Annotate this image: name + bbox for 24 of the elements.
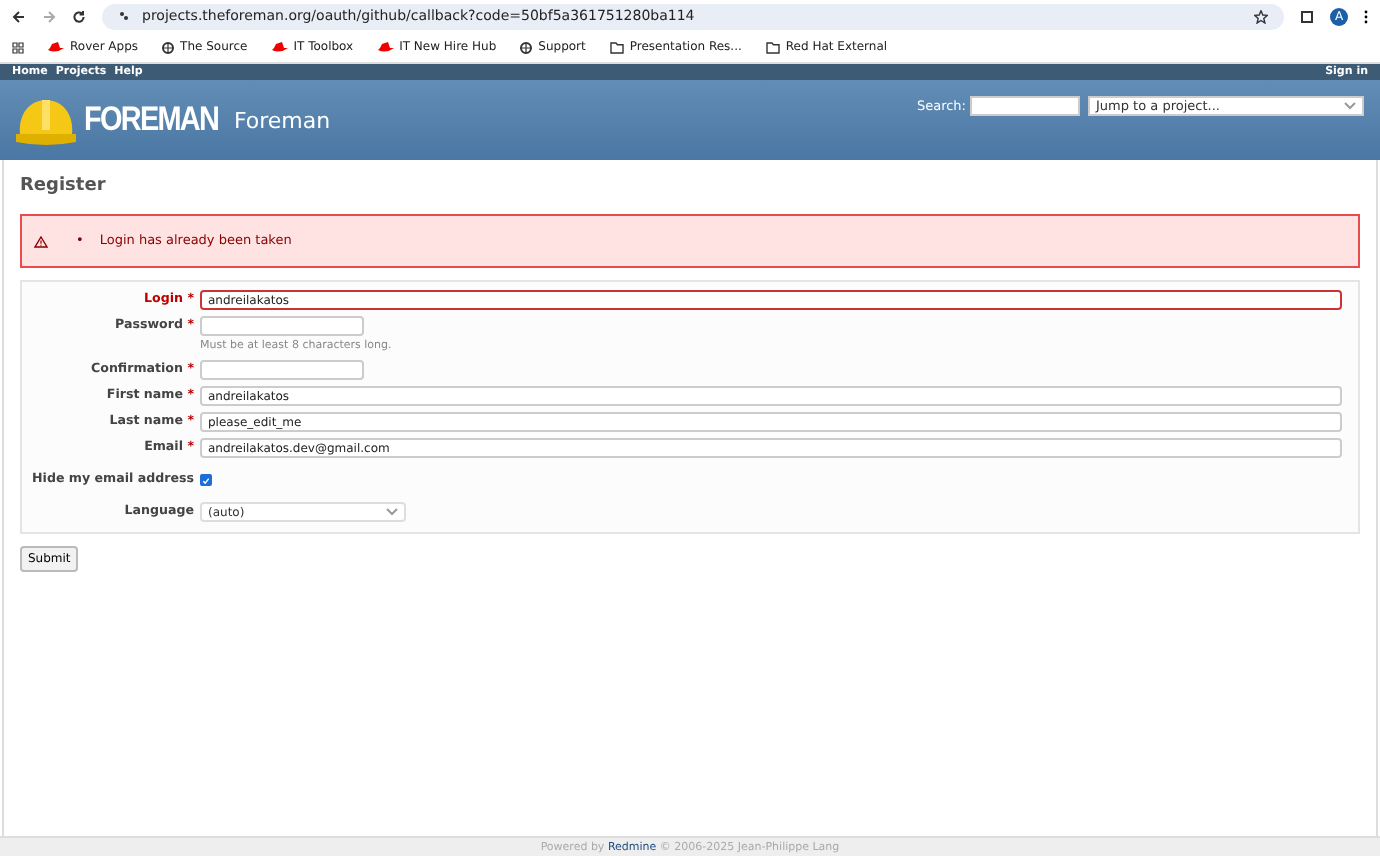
input-field[interactable] xyxy=(200,316,364,336)
reload-icon[interactable] xyxy=(72,9,86,23)
hat-icon xyxy=(48,42,64,52)
hat-icon xyxy=(271,42,288,52)
hat-icon xyxy=(377,42,394,52)
page-title: Register xyxy=(20,176,108,196)
extensions-icon[interactable] xyxy=(1300,9,1314,23)
input-field[interactable] xyxy=(200,360,364,380)
site-info-icon xyxy=(118,10,130,22)
globe-icon xyxy=(520,41,533,53)
hard-hat-icon xyxy=(16,94,76,146)
folder-icon xyxy=(765,41,780,53)
search-field[interactable] xyxy=(970,96,1080,116)
back-icon[interactable] xyxy=(12,9,26,23)
caret-icon xyxy=(1344,102,1356,110)
project-title: Foreman xyxy=(233,107,331,133)
globe-icon xyxy=(162,41,175,53)
folder-icon xyxy=(609,41,624,53)
warning-icon xyxy=(34,235,48,247)
star-icon[interactable] xyxy=(1254,9,1268,23)
apps-grid-icon[interactable] xyxy=(12,41,24,53)
caret-icon xyxy=(386,508,398,516)
checkbox[interactable] xyxy=(200,474,212,486)
logo-text: FOREMAN xyxy=(84,100,219,140)
